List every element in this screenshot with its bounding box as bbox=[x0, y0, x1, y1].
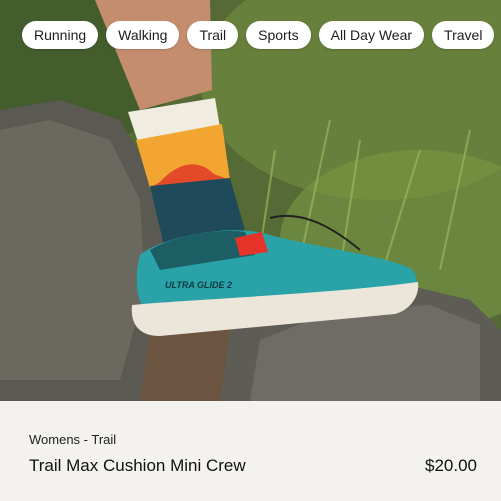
product-photo-illustration: ULTRA GLIDE 2 bbox=[0, 0, 501, 401]
product-card[interactable]: ULTRA GLIDE 2 Running Walking Trail Spor… bbox=[0, 0, 501, 501]
product-photo[interactable]: ULTRA GLIDE 2 Running Walking Trail Spor… bbox=[0, 0, 501, 401]
chip-walking[interactable]: Walking bbox=[106, 21, 180, 49]
product-price: $20.00 bbox=[425, 456, 477, 475]
product-category: Womens - Trail bbox=[29, 432, 117, 447]
product-info: Womens - Trail Trail Max Cushion Mini Cr… bbox=[0, 401, 501, 501]
chip-trail[interactable]: Trail bbox=[187, 21, 239, 49]
chip-sports[interactable]: Sports bbox=[246, 21, 311, 49]
chip-all-day-wear[interactable]: All Day Wear bbox=[318, 21, 425, 49]
category-chips: Running Walking Trail Sports All Day Wea… bbox=[22, 21, 495, 49]
chip-running[interactable]: Running bbox=[22, 21, 99, 49]
shoe-label: ULTRA GLIDE 2 bbox=[165, 280, 232, 290]
product-title[interactable]: Trail Max Cushion Mini Crew bbox=[29, 456, 246, 476]
chip-travel[interactable]: Travel bbox=[432, 21, 495, 49]
